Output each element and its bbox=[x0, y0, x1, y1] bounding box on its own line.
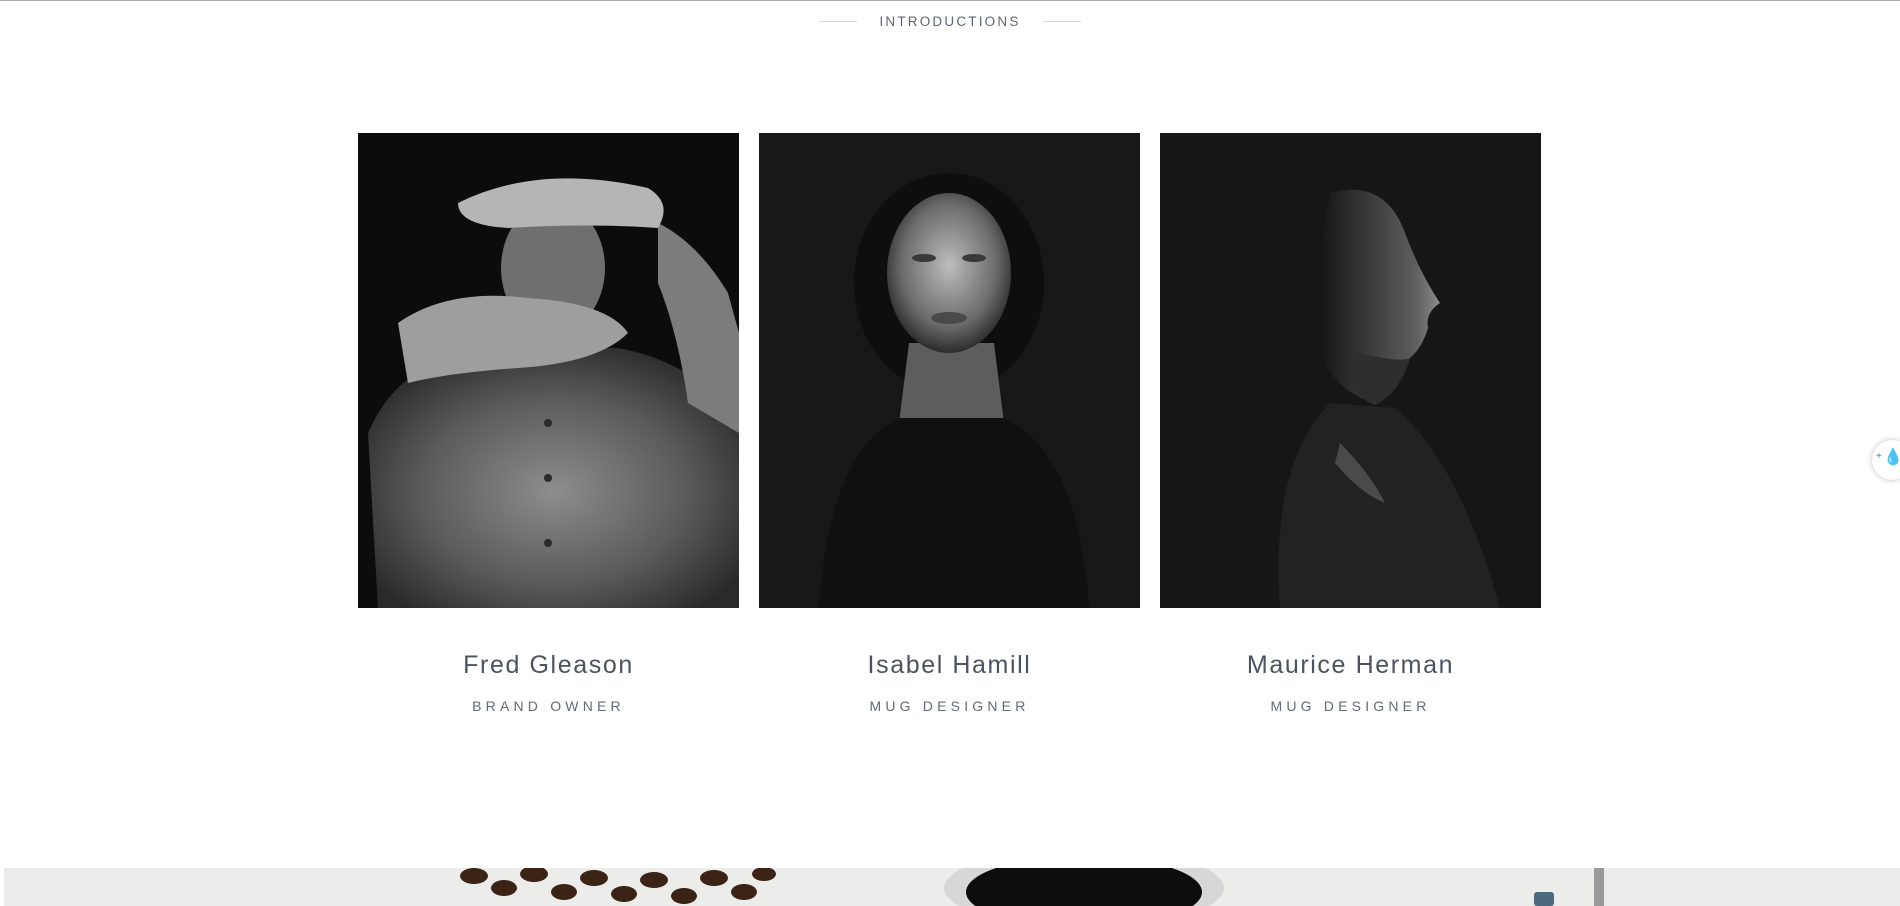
heading-left-rule bbox=[819, 21, 858, 22]
section-heading: INTRODUCTIONS bbox=[0, 14, 1900, 29]
team-card-isabel-hamill: Isabel Hamill MUG DESIGNER bbox=[759, 133, 1140, 714]
floating-water-drop-button[interactable]: + 💧 bbox=[1872, 440, 1900, 480]
plus-icon: + bbox=[1876, 451, 1882, 462]
team-photo bbox=[358, 133, 739, 608]
coffee-banner-image bbox=[4, 868, 1900, 906]
team-member-name: Fred Gleason bbox=[463, 651, 634, 679]
team-member-role: BRAND OWNER bbox=[472, 698, 625, 714]
team-photo bbox=[759, 133, 1140, 608]
team-card-maurice-herman: Maurice Herman MUG DESIGNER bbox=[1160, 133, 1541, 714]
heading-right-rule bbox=[1042, 21, 1081, 22]
team-card-fred-gleason: Fred Gleason BRAND OWNER bbox=[358, 133, 739, 714]
top-divider bbox=[0, 0, 1900, 1]
team-photo bbox=[1160, 133, 1541, 608]
team-member-role: MUG DESIGNER bbox=[869, 698, 1030, 714]
water-drop-icon: 💧 bbox=[1883, 449, 1900, 466]
section-title: INTRODUCTIONS bbox=[879, 14, 1021, 29]
team-member-name: Maurice Herman bbox=[1246, 651, 1455, 679]
team-member-role: MUG DESIGNER bbox=[1270, 698, 1431, 714]
team-grid: Fred Gleason BRAND OWNER Isabel Hamill M… bbox=[358, 133, 1541, 733]
team-member-name: Isabel Hamill bbox=[867, 651, 1032, 679]
